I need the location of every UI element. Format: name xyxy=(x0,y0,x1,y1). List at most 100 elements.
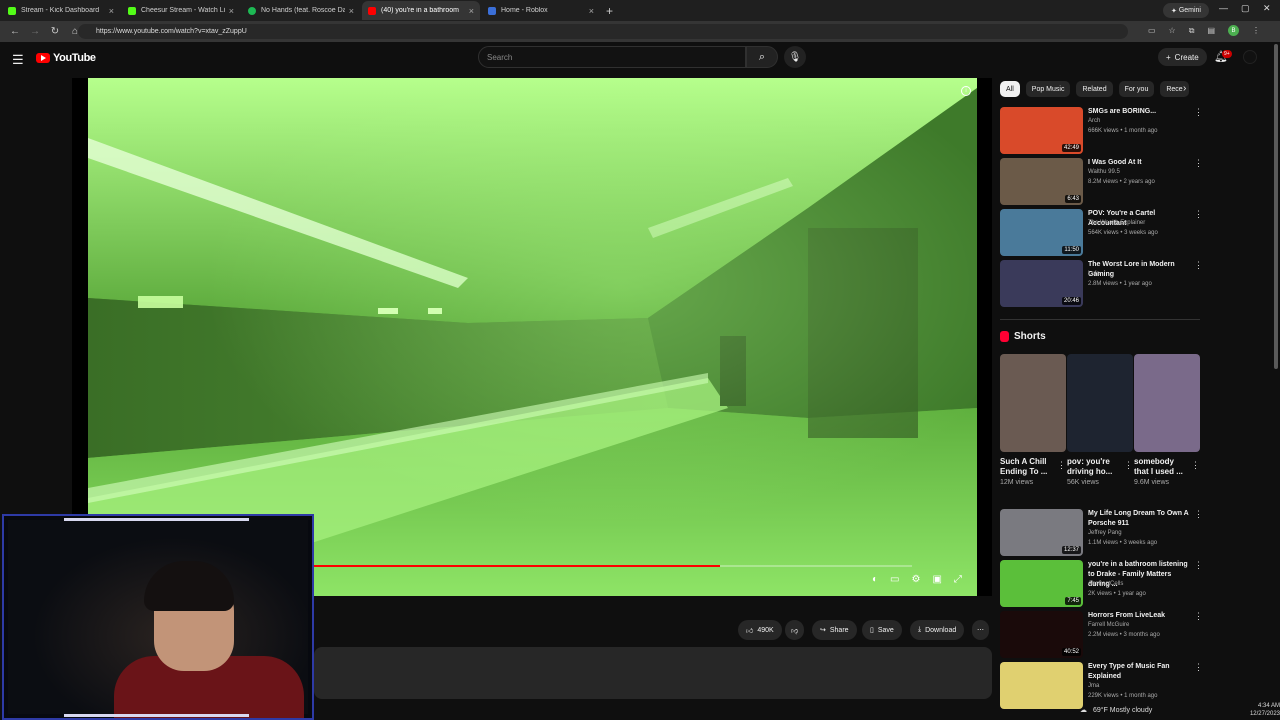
recommendation-item[interactable]: 20:46 The Worst Lore in Modern Gaming Lufa… xyxy=(1000,260,1210,307)
more-vertical-icon[interactable]: ⋮ xyxy=(1194,107,1203,118)
video-thumbnail[interactable]: 40:52 xyxy=(1000,611,1083,658)
share-button[interactable]: ↪ Share xyxy=(812,620,857,640)
description-box[interactable] xyxy=(314,647,992,699)
recommendation-item[interactable]: 12:37 My Life Long Dream To Own A Porsche… xyxy=(1000,509,1210,556)
extensions-icon[interactable]: ⧉ xyxy=(1189,26,1195,36)
recommendation-item[interactable]: 42:49 SMGs are BORING... Arch 666K views • … xyxy=(1000,107,1210,154)
recommendation-item[interactable]: 7:45 you're in a bathroom listening to Dr… xyxy=(1000,560,1210,607)
video-thumbnail[interactable]: 11:50 xyxy=(1000,209,1083,256)
chip-related[interactable]: Related xyxy=(1076,81,1113,97)
more-vertical-icon[interactable]: ⋮ xyxy=(1191,460,1200,471)
channel-name[interactable]: Lufa xyxy=(1088,271,1100,277)
cast-icon[interactable]: ▭ xyxy=(1148,26,1156,35)
video-title[interactable]: I Was Good At It xyxy=(1088,158,1192,168)
page-scrollbar[interactable] xyxy=(1274,44,1278,369)
dislike-button[interactable]: 👎︎ xyxy=(785,620,805,640)
forward-icon[interactable]: → xyxy=(30,26,40,37)
short-title[interactable]: somebody that I used ... xyxy=(1134,457,1190,477)
tab-0[interactable]: Stream - Kick Dashboard × xyxy=(2,1,120,20)
url-field[interactable]: https://www.youtube.com/watch?v=xtav_zZu… xyxy=(78,24,1128,39)
channel-name[interactable]: Jeffrey Pang xyxy=(1088,530,1122,536)
video-thumbnail[interactable] xyxy=(1000,662,1083,709)
close-icon[interactable]: × xyxy=(349,6,354,16)
tab-2[interactable]: No Hands (feat. Roscoe Dash & × xyxy=(242,1,360,20)
channel-name[interactable]: Arch xyxy=(1088,118,1100,124)
channel-name[interactable]: Walthu 99.5 xyxy=(1088,169,1120,175)
recommendation-item[interactable]: 40:52 Horrors From LiveLeak Farrell McGuir… xyxy=(1000,611,1210,658)
video-thumbnail[interactable]: 6:43 xyxy=(1000,158,1083,205)
chip-all[interactable]: All xyxy=(1000,81,1020,97)
minimize-icon[interactable]: — xyxy=(1219,3,1228,13)
voice-search-button[interactable]: 🎙︎ xyxy=(784,46,806,68)
sidepanel-icon[interactable]: ▤ xyxy=(1207,26,1215,35)
chevron-right-icon[interactable]: › xyxy=(1183,83,1186,94)
fullscreen-icon[interactable]: ⤢ xyxy=(954,574,962,585)
gemini-button[interactable]: ✦ Gemini xyxy=(1163,3,1209,18)
miniplayer-icon[interactable]: ▣ xyxy=(932,574,941,585)
clock[interactable]: 4:34 AM 12/27/2023 xyxy=(1250,702,1280,718)
video-title[interactable]: POV: You're a Cartel Accountant xyxy=(1088,209,1192,229)
channel-name[interactable]: Farrell McGuire xyxy=(1088,622,1129,628)
chip-pop-music[interactable]: Pop Music xyxy=(1025,81,1071,97)
chip-for-you[interactable]: For you xyxy=(1118,81,1155,97)
youtube-logo[interactable]: YouTube xyxy=(36,52,96,64)
video-thumbnail[interactable]: 20:46 xyxy=(1000,260,1083,307)
more-icon[interactable]: ⋮ xyxy=(1252,26,1260,35)
video-title[interactable]: Horrors From LiveLeak xyxy=(1088,611,1192,621)
short-item[interactable]: Such A Chill Ending To ... 12M views ⋮ xyxy=(1000,354,1066,486)
more-vertical-icon[interactable]: ⋮ xyxy=(1194,611,1203,622)
search-button[interactable]: ⌕ xyxy=(746,46,778,68)
video-thumbnail[interactable]: 42:49 xyxy=(1000,107,1083,154)
short-thumbnail[interactable] xyxy=(1067,354,1133,452)
captions-icon[interactable]: ▭ xyxy=(890,574,899,585)
recommendation-item[interactable]: 6:43 I Was Good At It Walthu 99.5 8.2M view… xyxy=(1000,158,1210,205)
recommendation-item[interactable]: 11:50 POV: You're a Cartel Accountant The … xyxy=(1000,209,1210,256)
video-title[interactable]: Every Type of Music Fan Explained xyxy=(1088,662,1192,682)
short-title[interactable]: pov: you're driving ho... xyxy=(1067,457,1123,477)
more-vertical-icon[interactable]: ⋮ xyxy=(1194,560,1203,571)
settings-gear-icon[interactable]: ⚙ xyxy=(912,574,921,585)
short-thumbnail[interactable] xyxy=(1000,354,1066,452)
autoplay-toggle-icon[interactable]: ◐ xyxy=(872,574,878,585)
video-thumbnail[interactable]: 7:45 xyxy=(1000,560,1083,607)
download-button[interactable]: ⤓ Download xyxy=(910,620,965,640)
more-actions-button[interactable]: ⋯ xyxy=(972,620,989,640)
close-icon[interactable]: × xyxy=(229,6,234,16)
save-button[interactable]: ▯ Save xyxy=(862,620,902,640)
short-title[interactable]: Such A Chill Ending To ... xyxy=(1000,457,1056,477)
more-vertical-icon[interactable]: ⋮ xyxy=(1057,460,1066,471)
more-vertical-icon[interactable]: ⋮ xyxy=(1194,209,1203,220)
progress-bar[interactable] xyxy=(312,565,912,567)
weather-text[interactable]: 69°F Mostly cloudy xyxy=(1093,707,1152,714)
short-item[interactable]: pov: you're driving ho... 56K views ⋮ xyxy=(1067,354,1133,486)
short-item[interactable]: somebody that I used ... 9.6M views ⋮ xyxy=(1134,354,1200,486)
channel-name[interactable]: AbstractCells xyxy=(1088,581,1123,587)
close-window-icon[interactable]: ✕ xyxy=(1263,3,1271,14)
more-vertical-icon[interactable]: ⋮ xyxy=(1124,460,1133,471)
close-icon[interactable]: × xyxy=(589,6,594,16)
tab-3[interactable]: (40) you're in a bathroom × xyxy=(362,1,480,20)
more-vertical-icon[interactable]: ⋮ xyxy=(1194,509,1203,520)
create-button[interactable]: + Create xyxy=(1158,48,1207,66)
tab-1[interactable]: Cheesur Stream - Watch Live o × xyxy=(122,1,240,20)
tab-4[interactable]: Home - Roblox × xyxy=(482,1,600,20)
channel-name[interactable]: The Wealth Explainer xyxy=(1088,220,1145,226)
maximize-icon[interactable]: ▢ xyxy=(1241,3,1250,14)
close-icon[interactable]: × xyxy=(469,6,474,16)
like-button[interactable]: 👍︎ 490K xyxy=(738,620,782,640)
more-vertical-icon[interactable]: ⋮ xyxy=(1194,158,1203,169)
video-title[interactable]: My Life Long Dream To Own A Porsche 911 xyxy=(1088,509,1192,529)
hamburger-menu-icon[interactable]: ☰ xyxy=(12,52,24,68)
close-icon[interactable]: × xyxy=(109,6,114,16)
account-avatar[interactable] xyxy=(1243,50,1257,64)
video-thumbnail[interactable]: 12:37 xyxy=(1000,509,1083,556)
star-icon[interactable]: ☆ xyxy=(1169,26,1176,35)
new-tab-button[interactable]: + xyxy=(606,4,613,18)
short-thumbnail[interactable] xyxy=(1134,354,1200,452)
more-vertical-icon[interactable]: ⋮ xyxy=(1194,260,1203,271)
video-title[interactable]: SMGs are BORING... xyxy=(1088,107,1192,117)
video-title[interactable]: The Worst Lore in Modern Gaming xyxy=(1088,260,1192,280)
profile-avatar[interactable]: B xyxy=(1228,25,1239,36)
back-icon[interactable]: ← xyxy=(10,26,20,37)
more-vertical-icon[interactable]: ⋮ xyxy=(1194,662,1203,673)
